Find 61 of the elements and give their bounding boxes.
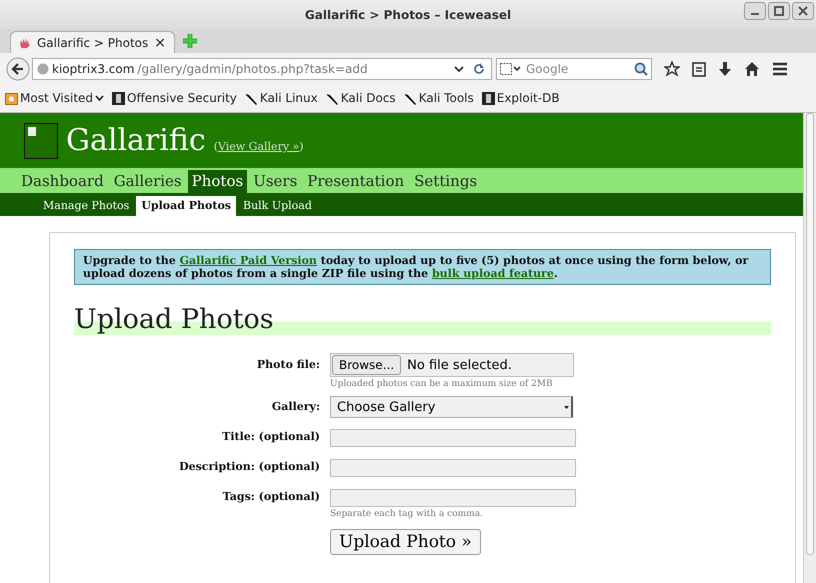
field-label: Gallery: — [270, 399, 320, 415]
field-hint: Separate each tag with a comma. — [330, 509, 484, 519]
nav-tab[interactable]: Settings — [410, 170, 482, 193]
home-icon[interactable] — [744, 60, 760, 76]
nav-tab[interactable]: Dashboard — [17, 170, 108, 193]
upgrade-notice: Upgrade to the Gallarific Paid Version today to upload up to five (5) photos at once using the form below, or upload dozens of photos from a single ZIP file using the bulk upload feature. — [74, 249, 771, 285]
field-label: Tags: (optional) — [222, 489, 320, 505]
bookmark[interactable]: Most Visited — [5, 91, 104, 105]
reload-icon[interactable] — [473, 62, 485, 74]
browser-tab[interactable]: Gallarific > Photos × — [10, 31, 175, 53]
maximize-icon[interactable] — [768, 2, 790, 20]
search-icon[interactable] — [634, 62, 648, 76]
back-icon[interactable] — [6, 56, 30, 80]
browse-button[interactable]: Browse... — [332, 355, 402, 375]
gallery-dropdown[interactable]: Choose Gallery — [330, 396, 573, 418]
input-field[interactable] — [330, 459, 576, 477]
close-icon[interactable] — [792, 2, 814, 20]
field-label: Title: (optional) — [221, 429, 320, 445]
subnav-tab[interactable]: Bulk Upload — [238, 196, 317, 216]
search-field[interactable]: Google — [496, 58, 652, 80]
nav-tab[interactable]: Galleries — [110, 170, 186, 193]
field-hint: Uploaded photos can be a maximum size of 2MB — [330, 379, 554, 389]
menu-icon[interactable] — [772, 62, 788, 76]
input-field[interactable] — [330, 489, 576, 507]
subnav-tab[interactable]: Upload Photos — [136, 196, 236, 216]
field-label: Description: (optional) — [178, 459, 320, 475]
minimize-icon[interactable] — [744, 2, 766, 20]
folder-icon — [5, 92, 18, 104]
parenthesis: ( — [214, 140, 218, 153]
nav-tab[interactable]: Users — [249, 170, 302, 193]
paid-version-link[interactable]: Gallarific Paid Version — [180, 254, 317, 267]
bookmark[interactable]: Offensive Security — [112, 91, 237, 105]
image-icon — [24, 122, 58, 158]
nav-tab[interactable]: Presentation — [303, 170, 408, 193]
bookmark[interactable]: Kali Tools — [404, 91, 474, 105]
field-label: Photo file: — [256, 357, 320, 373]
star-icon[interactable] — [664, 60, 680, 76]
dropdown-icon[interactable] — [454, 64, 464, 72]
engine-icon — [500, 62, 522, 74]
caret-icon — [95, 94, 104, 102]
bookmark[interactable]: Kali Docs — [326, 91, 396, 105]
subnav-tab[interactable]: Manage Photos — [38, 196, 134, 216]
input-field[interactable] — [330, 429, 576, 447]
bookmark[interactable]: Exploit-DB — [482, 91, 560, 105]
scrollbar[interactable] — [803, 113, 816, 583]
clipboard-icon[interactable] — [692, 60, 706, 76]
view-gallery-link[interactable]: View Gallery » — [218, 140, 300, 153]
caret-icon — [564, 406, 569, 408]
bookmark[interactable]: Kali Linux — [244, 91, 318, 105]
nav-tab[interactable]: Photos — [188, 170, 248, 193]
address-field[interactable]: kioptrix3.com /gallery/gadmin/photos.php?task=add — [32, 58, 492, 80]
site-icon — [112, 92, 126, 104]
site-title: Gallarific — [66, 123, 206, 158]
window-title: Gallarific > Photos – Iceweasel — [304, 8, 512, 22]
file-field[interactable]: Browse... No file selected. — [330, 353, 574, 377]
upload-button[interactable]: Upload Photo » — [330, 529, 481, 555]
site-icon — [482, 92, 495, 104]
page-heading: Upload Photos — [74, 305, 771, 335]
bulk-upload-link[interactable]: bulk upload feature — [432, 267, 554, 280]
parenthesis: ) — [299, 140, 304, 153]
download-icon[interactable] — [718, 60, 732, 76]
